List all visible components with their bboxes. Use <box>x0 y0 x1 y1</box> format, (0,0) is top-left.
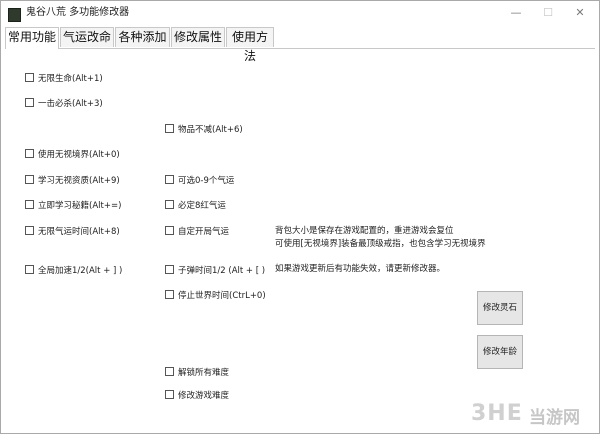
tab-add-items[interactable]: 各种添加 <box>115 27 170 47</box>
checkbox-choose-luck[interactable]: 可选0-9个气运 <box>165 174 234 188</box>
maximize-button[interactable]: ☐ <box>534 3 562 23</box>
window-title: 鬼谷八荒 多功能修改器 <box>26 7 130 18</box>
checkbox-guaranteed-red-luck[interactable]: 必定8红气运 <box>165 199 226 213</box>
site-watermark: 3HE 当游网 <box>471 399 593 429</box>
checkbox-square-icon[interactable] <box>25 200 34 209</box>
checkbox-label: 一击必杀(Alt+3) <box>38 99 103 109</box>
checkbox-label: 立即学习秘籍(Alt+=) <box>38 201 122 211</box>
checkbox-square-icon[interactable] <box>165 265 174 274</box>
close-button[interactable]: ✕ <box>566 3 594 23</box>
checkbox-square-icon[interactable] <box>165 200 174 209</box>
checkbox-infinite-luck-time[interactable]: 无限气运时间(Alt+8) <box>25 225 120 239</box>
checkbox-label: 必定8红气运 <box>178 201 226 211</box>
checkbox-infinite-life[interactable]: 无限生命(Alt+1) <box>25 72 103 86</box>
checkbox-label: 停止世界时间(CtrL+0) <box>178 291 266 301</box>
tab-modify-attributes[interactable]: 修改属性 <box>171 27 225 47</box>
checkbox-unlock-difficulties[interactable]: 解锁所有难度 <box>165 366 229 380</box>
checkbox-square-icon[interactable] <box>165 226 174 235</box>
tab-common-functions[interactable]: 常用功能 <box>5 27 59 49</box>
watermark-logo: 3HE <box>471 401 523 426</box>
checkbox-label: 无限气运时间(Alt+8) <box>38 227 120 237</box>
checkbox-label: 子弹时间1/2 (Alt + [ ) <box>178 266 266 276</box>
checkbox-one-hit-kill[interactable]: 一击必杀(Alt+3) <box>25 97 103 111</box>
checkbox-square-icon[interactable] <box>165 390 174 399</box>
checkbox-learn-secrets-instantly[interactable]: 立即学习秘籍(Alt+=) <box>25 199 121 213</box>
note-ignore-realm-ring: 可使用[无视境界]装备最顶级戒指，也包含学习无视境界 <box>275 239 486 249</box>
checkbox-square-icon[interactable] <box>25 98 34 107</box>
checkbox-bullet-time[interactable]: 子弹时间1/2 (Alt + [ ) <box>165 264 265 278</box>
checkbox-square-icon[interactable] <box>25 149 34 158</box>
checkbox-square-icon[interactable] <box>25 226 34 235</box>
app-window: 鬼谷八荒 多功能修改器 — ☐ ✕ 常用功能 气运改命 各种添加 修改属性 使用… <box>0 0 600 434</box>
checkbox-label: 全局加速1/2(Alt + ] ) <box>38 266 123 276</box>
checkbox-label: 物品不减(Alt+6) <box>178 125 243 135</box>
checkbox-label: 无限生命(Alt+1) <box>38 74 103 84</box>
app-icon <box>8 8 21 22</box>
checkbox-square-icon[interactable] <box>25 73 34 82</box>
checkbox-square-icon[interactable] <box>165 175 174 184</box>
tab-luck-fate[interactable]: 气运改命 <box>60 27 114 47</box>
checkbox-square-icon[interactable] <box>165 290 174 299</box>
watermark-site-name: 当游网 <box>529 408 580 428</box>
tab-usage[interactable]: 使用方法 <box>226 27 274 63</box>
checkbox-learn-ignore-aptitude[interactable]: 学习无视资质(Alt+9) <box>25 174 120 188</box>
checkbox-square-icon[interactable] <box>25 265 34 274</box>
checkbox-label: 学习无视资质(Alt+9) <box>38 176 120 186</box>
checkbox-modify-difficulty[interactable]: 修改游戏难度 <box>165 389 229 403</box>
modify-spirit-stones-button[interactable]: 修改灵石 <box>477 291 523 325</box>
checkbox-square-icon[interactable] <box>165 124 174 133</box>
note-update-trainer: 如果游戏更新后有功能失效，请更新修改器。 <box>275 264 446 274</box>
minimize-button[interactable]: — <box>502 3 530 23</box>
checkbox-global-speed[interactable]: 全局加速1/2(Alt + ] ) <box>25 264 122 278</box>
title-bar: 鬼谷八荒 多功能修改器 — ☐ ✕ <box>1 1 599 27</box>
checkbox-use-ignore-realm[interactable]: 使用无视境界(Alt+0) <box>25 148 120 162</box>
checkbox-label: 解锁所有难度 <box>178 368 230 378</box>
checkbox-label: 使用无视境界(Alt+0) <box>38 150 120 160</box>
checkbox-items-no-decrease[interactable]: 物品不减(Alt+6) <box>165 123 243 137</box>
checkbox-label: 自定开局气运 <box>178 227 230 237</box>
checkbox-custom-opening-luck[interactable]: 自定开局气运 <box>165 225 229 239</box>
checkbox-square-icon[interactable] <box>165 367 174 376</box>
note-backpack-size: 背包大小是保存在游戏配置的，重进游戏会复位 <box>275 226 454 236</box>
checkbox-label: 修改游戏难度 <box>178 391 230 401</box>
tab-bar: 常用功能 气运改命 各种添加 修改属性 使用方法 <box>5 27 595 63</box>
modify-age-button[interactable]: 修改年龄 <box>477 335 523 369</box>
checkbox-square-icon[interactable] <box>25 175 34 184</box>
checkbox-stop-world-time[interactable]: 停止世界时间(CtrL+0) <box>165 289 266 303</box>
checkbox-label: 可选0-9个气运 <box>178 176 235 186</box>
